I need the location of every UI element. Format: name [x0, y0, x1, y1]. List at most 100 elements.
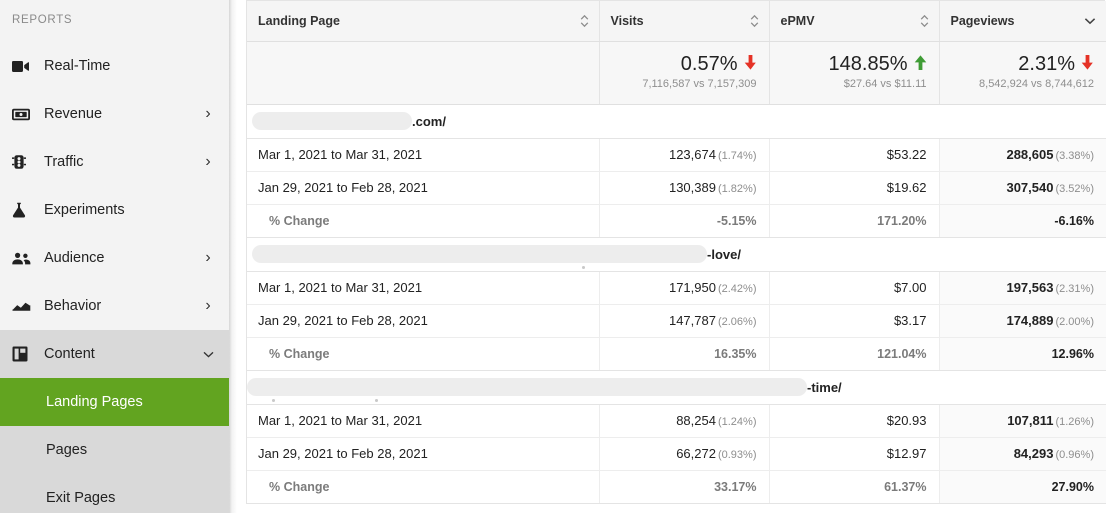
row-visits: 147,787 (2.06%) [599, 304, 770, 338]
summary-epmv-detail: $27.64 vs $11.11 [843, 78, 927, 91]
traffic-light-icon [12, 154, 42, 170]
sidebar-item-real-time[interactable]: Real-Time [0, 42, 229, 90]
landing-page-url: -time/ [247, 371, 1106, 404]
percent-change-pageviews: 27.90% [939, 470, 1106, 504]
group-url-cell: -time/ [247, 370, 1106, 405]
row-visits-value: 147,787 [668, 313, 716, 328]
row-visits-value: 66,272 [676, 446, 716, 461]
sort-toggle-icon[interactable] [920, 14, 929, 28]
row-pageviews: 174,889 (2.00%) [939, 304, 1106, 338]
row-visits: 123,674 (1.74%) [599, 138, 770, 172]
sidebar-item-experiments[interactable]: Experiments [0, 186, 229, 234]
sidebar-item-content[interactable]: Content [0, 330, 229, 378]
percent-change-visits: 33.17% [599, 470, 770, 504]
column-header-label: ePMV [780, 13, 815, 28]
row-pageviews-pct: (0.96%) [1055, 449, 1094, 461]
group-url-cell: -love/ [247, 237, 1106, 272]
column-header-epmv[interactable]: ePMV [769, 1, 940, 42]
arrow-up-icon [914, 55, 927, 73]
row-period: Jan 29, 2021 to Feb 28, 2021 [247, 304, 600, 338]
row-epmv: $53.22 [769, 138, 940, 172]
redaction-artifact [582, 265, 585, 269]
sidebar-subitem-exit-pages[interactable]: Exit Pages [0, 474, 229, 513]
summary-visits-detail: 7,116,587 vs 7,157,309 [642, 78, 757, 91]
flask-icon [12, 202, 42, 218]
percent-change-pageviews: 12.96% [939, 337, 1106, 371]
group-url-row[interactable]: .com/ [247, 104, 1106, 139]
url-suffix: .com/ [412, 113, 446, 129]
row-pageviews-value: 107,811 [1007, 413, 1054, 428]
sort-toggle-icon[interactable] [750, 14, 759, 28]
row-visits-value: 123,674 [668, 147, 716, 162]
analytics-report-page: REPORTS Real-Time Revenue › Traffic › Ex… [0, 0, 1111, 513]
percent-change-epmv: 61.37% [769, 470, 940, 504]
chevron-down-icon [201, 351, 215, 358]
row-pageviews-value: 307,540 [1006, 180, 1054, 195]
sidebar-item-behavior[interactable]: Behavior › [0, 282, 229, 330]
main-content: Landing Page Visits ePMV Pageviews 0.57%… [229, 0, 1111, 513]
row-visits: 66,272 (0.93%) [599, 437, 770, 471]
sort-toggle-icon[interactable] [580, 14, 589, 28]
table-row: Mar 1, 2021 to Mar 31, 2021 88,254 (1.24%… [247, 404, 1106, 438]
row-pageviews-pct: (3.38%) [1055, 150, 1094, 162]
row-visits: 171,950 (2.42%) [599, 271, 770, 305]
row-period: Mar 1, 2021 to Mar 31, 2021 [247, 404, 600, 438]
summary-visits-cell: 0.57% 7,116,587 vs 7,157,309 [599, 41, 770, 105]
row-epmv: $12.97 [769, 437, 940, 471]
sidebar-item-label: Real-Time [44, 58, 111, 74]
sidebar-subitem-label: Exit Pages [46, 490, 116, 506]
table-header: Landing Page Visits ePMV Pageviews [247, 1, 1106, 42]
video-camera-icon [12, 60, 42, 73]
row-period: Jan 29, 2021 to Feb 28, 2021 [247, 171, 600, 205]
group-url-row[interactable]: -time/ [247, 370, 1106, 405]
table-row: Jan 29, 2021 to Feb 28, 2021 130,389 (1.8… [247, 171, 1106, 205]
landing-page-url: -love/ [247, 238, 1106, 271]
summary-pageviews-pct: 2.31% [1018, 53, 1075, 76]
arrow-down-icon [1081, 55, 1094, 73]
row-visits-pct: (0.93%) [717, 449, 757, 461]
group-url-row[interactable]: -love/ [247, 237, 1106, 272]
sidebar-item-label: Experiments [44, 202, 125, 218]
sidebar-item-audience[interactable]: Audience › [0, 234, 229, 282]
row-pageviews-value: 84,293 [1013, 446, 1054, 461]
row-visits: 88,254 (1.24%) [599, 404, 770, 438]
url-suffix: -time/ [807, 379, 842, 395]
summary-pageviews-detail: 8,542,924 vs 8,744,612 [979, 78, 1094, 91]
row-visits-pct: (1.24%) [717, 416, 757, 428]
group-url-cell: .com/ [247, 104, 1106, 139]
users-icon [12, 252, 42, 265]
table-body: 0.57% 7,116,587 vs 7,157,309 148.85% $27… [247, 41, 1106, 504]
row-visits-pct: (1.74%) [717, 150, 757, 162]
sidebar-subitem-landing-pages[interactable]: Landing Pages [0, 378, 229, 426]
column-header-label: Visits [610, 13, 644, 28]
percent-change-epmv: 121.04% [769, 337, 940, 371]
sidebar-item-label: Audience [44, 250, 105, 266]
percent-change-epmv: 171.20% [769, 204, 940, 238]
sidebar-subitem-label: Pages [46, 442, 88, 458]
row-pageviews-value: 174,889 [1006, 313, 1054, 328]
row-visits-value: 130,389 [668, 180, 716, 195]
sidebar-item-revenue[interactable]: Revenue › [0, 90, 229, 138]
row-period: Mar 1, 2021 to Mar 31, 2021 [247, 138, 600, 172]
row-visits-value: 171,950 [668, 280, 716, 295]
column-header-label: Landing Page [258, 13, 340, 28]
chevron-right-icon: › [205, 105, 211, 122]
column-header-landing-page[interactable]: Landing Page [247, 1, 600, 42]
sidebar-item-label: Traffic [44, 154, 84, 170]
column-header-pageviews[interactable]: Pageviews [939, 1, 1106, 42]
redacted-url-bar [252, 245, 707, 263]
table-row: Mar 1, 2021 to Mar 31, 2021 123,674 (1.74… [247, 138, 1106, 172]
column-header-visits[interactable]: Visits [599, 1, 770, 42]
sidebar-item-label: Content [44, 346, 95, 362]
percent-change-label: % Change [247, 204, 600, 238]
sidebar-item-traffic[interactable]: Traffic › [0, 138, 229, 186]
row-visits-pct: (1.82%) [717, 183, 757, 195]
row-epmv: $19.62 [769, 171, 940, 205]
row-pageviews-pct: (2.31%) [1055, 283, 1094, 295]
sidebar-subitem-pages[interactable]: Pages [0, 426, 229, 474]
redacted-url-bar [252, 112, 412, 130]
percent-change-row: % Change 16.35% 121.04% 12.96% [247, 337, 1106, 371]
sort-descending-icon[interactable] [1084, 17, 1096, 25]
row-pageviews: 288,605 (3.38%) [939, 138, 1106, 172]
redaction-artifact [272, 398, 275, 402]
